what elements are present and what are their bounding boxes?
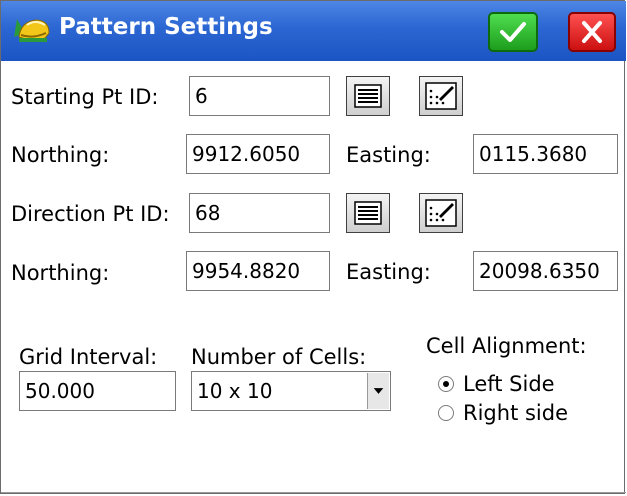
direction-northing-label: Northing:: [11, 261, 110, 285]
starting-pt-id-input[interactable]: 6: [189, 76, 330, 116]
close-icon: [582, 21, 602, 43]
dropdown-button[interactable]: [367, 373, 389, 409]
grid-interval-input[interactable]: 50.000: [19, 371, 176, 411]
number-of-cells-label: Number of Cells:: [191, 345, 367, 369]
starting-northing-label: Northing:: [11, 143, 110, 167]
starting-easting-label: Easting:: [346, 143, 431, 167]
check-icon: [500, 22, 526, 42]
direction-pt-map-button[interactable]: [419, 193, 463, 233]
radio-selected-dot: [443, 381, 449, 387]
starting-pt-id-label: Starting Pt ID:: [11, 85, 159, 109]
close-button[interactable]: [568, 12, 616, 52]
direction-easting-input[interactable]: 20098.6350: [473, 251, 618, 291]
window-title: Pattern Settings: [59, 14, 273, 40]
right-side-radio[interactable]: [438, 405, 454, 421]
left-side-radio[interactable]: [438, 376, 454, 392]
starting-pt-list-button[interactable]: [346, 76, 390, 116]
bottom-divider: [1, 492, 626, 493]
app-logo-icon: [14, 19, 50, 42]
ok-button[interactable]: [488, 12, 538, 52]
number-of-cells-value: 10 x 10: [197, 379, 273, 403]
direction-pt-id-input[interactable]: 68: [189, 193, 330, 233]
map-pick-icon: [425, 199, 457, 227]
chevron-down-icon: [373, 388, 384, 394]
direction-pt-id-label: Direction Pt ID:: [11, 202, 170, 226]
direction-pt-list-button[interactable]: [346, 193, 390, 233]
starting-easting-input[interactable]: 0115.3680: [473, 134, 618, 174]
left-side-label[interactable]: Left Side: [463, 372, 555, 396]
pattern-settings-window: Pattern Settings Starting Pt ID: 6 North…: [0, 0, 626, 494]
starting-pt-map-button[interactable]: [419, 76, 463, 116]
direction-northing-input[interactable]: 9954.8820: [186, 251, 330, 291]
title-bar: Pattern Settings: [1, 1, 626, 61]
grid-interval-label: Grid Interval:: [19, 345, 158, 369]
list-icon: [354, 201, 382, 225]
list-icon: [354, 84, 382, 108]
right-side-label[interactable]: Right side: [463, 401, 568, 425]
direction-easting-label: Easting:: [346, 260, 431, 284]
number-of-cells-select[interactable]: 10 x 10: [191, 371, 391, 411]
map-pick-icon: [425, 82, 457, 110]
starting-northing-input[interactable]: 9912.6050: [186, 134, 330, 174]
cell-alignment-label: Cell Alignment:: [426, 334, 587, 358]
